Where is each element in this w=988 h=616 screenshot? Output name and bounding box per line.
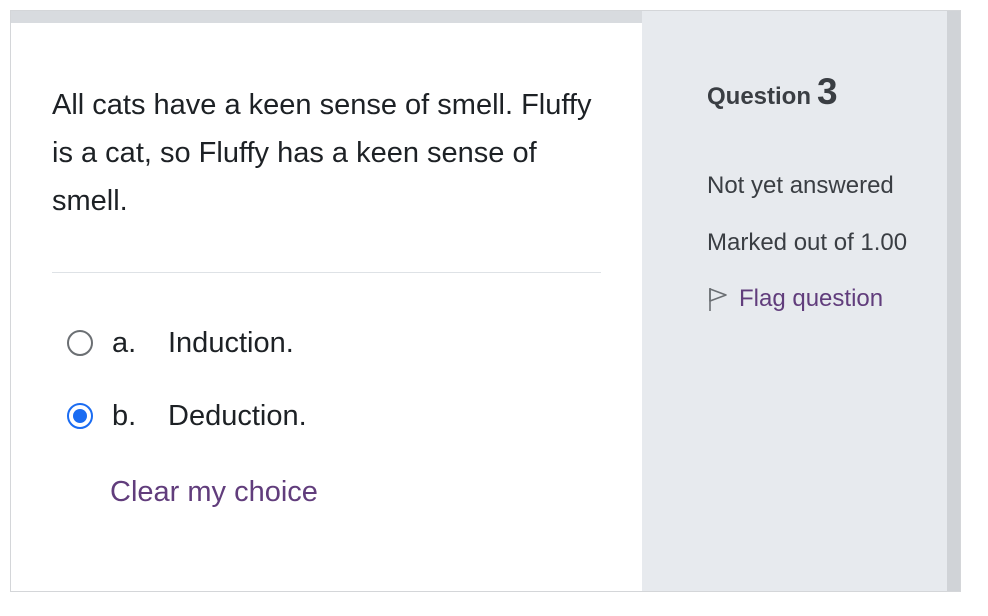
question-text: All cats have a keen sense of smell. Flu…: [52, 89, 592, 217]
answer-a-label[interactable]: Induction.: [168, 327, 294, 360]
flag-icon[interactable]: [707, 286, 729, 312]
question-divider: [52, 272, 601, 273]
flag-question-link[interactable]: Flag question: [707, 285, 883, 313]
answer-a-radio[interactable]: [67, 330, 93, 356]
answer-option-b[interactable]: b. Deduction.: [67, 396, 307, 436]
question-info-panel: Question 3 Not yet answered Marked out of…: [642, 11, 947, 591]
question-state: Not yet answered: [707, 172, 894, 199]
answer-a-letter: a.: [112, 326, 137, 359]
question-content: All cats have a keen sense of smell. Flu…: [11, 23, 642, 591]
answer-b-letter: b.: [112, 399, 137, 432]
answer-option-a[interactable]: a. Induction.: [67, 323, 294, 363]
question-number: 3: [817, 71, 838, 112]
panel-edge-strip: [947, 11, 960, 591]
answer-b-radio[interactable]: [67, 403, 93, 429]
answer-b-label[interactable]: Deduction.: [168, 400, 307, 433]
question-grade: Marked out of 1.00: [707, 229, 908, 256]
question-header-strip: [11, 11, 642, 23]
clear-choice-link[interactable]: Clear my choice: [110, 476, 318, 509]
flag-question-label[interactable]: Flag question: [739, 285, 883, 313]
question-number-heading: Question 3: [707, 71, 838, 113]
question-label: Question: [707, 83, 812, 110]
